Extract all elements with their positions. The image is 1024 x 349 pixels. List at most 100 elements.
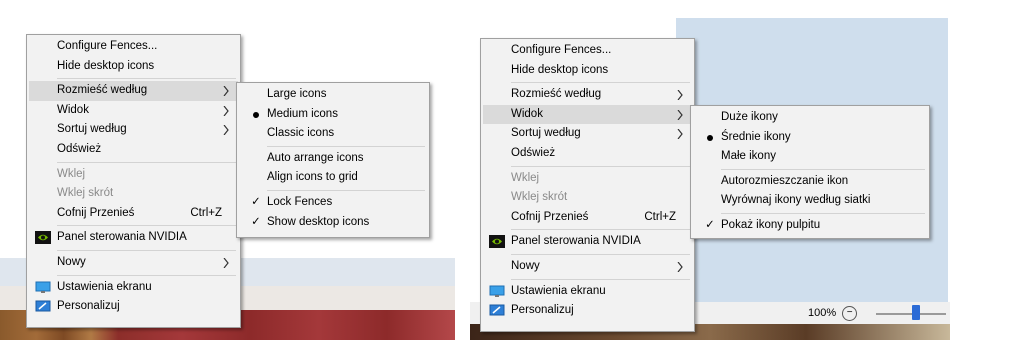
personalize-icon <box>35 300 51 313</box>
chevron-right-icon <box>677 85 684 104</box>
menu-item-label: Duże ikony <box>721 111 778 123</box>
zoom-slider-thumb[interactable] <box>912 305 920 320</box>
shortcut-label: Ctrl+Z <box>190 206 222 219</box>
chevron-right-icon <box>677 124 684 143</box>
menu-item-label: Wklej <box>511 171 540 184</box>
menu-item-cofnij[interactable]: Cofnij Przenieś Ctrl+Z <box>483 208 692 228</box>
menu-item-configure-fences[interactable]: Configure Fences... <box>483 41 692 61</box>
chevron-right-icon <box>223 253 230 272</box>
menu-item-label: Cofnij Przenieś <box>511 210 589 223</box>
menu-item-wklej: Wklej <box>483 169 692 189</box>
menu-item-label: Hide desktop icons <box>57 59 155 72</box>
menu-item-hide-desktop-icons[interactable]: Hide desktop icons <box>29 57 238 77</box>
checkmark-icon: ✓ <box>251 195 261 208</box>
menu-item-label: Classic icons <box>267 127 335 140</box>
menu-item-odswiez[interactable]: Odśwież <box>483 144 692 164</box>
right-context-menu: Configure Fences... Hide desktop icons R… <box>480 38 695 332</box>
menu-separator <box>57 161 236 163</box>
submenu-item-wyrownaj[interactable]: Wyrównaj ikony według siatki <box>693 191 927 211</box>
menu-item-label: Pokaż ikony pulpitu <box>721 218 821 231</box>
zoom-out-button[interactable]: − <box>842 305 858 321</box>
menu-item-label: Widok <box>511 107 543 120</box>
menu-separator <box>511 278 690 280</box>
menu-item-label: Personalizuj <box>511 304 574 317</box>
checkmark-icon: ✓ <box>705 218 715 231</box>
menu-item-wklej: Wklej <box>29 165 238 185</box>
menu-item-label: Large icons <box>267 88 327 100</box>
menu-item-odswiez[interactable]: Odśwież <box>29 140 238 160</box>
menu-item-label: Autorozmieszczanie ikon <box>721 174 849 187</box>
menu-item-label: Rozmieść według <box>57 84 148 97</box>
chevron-right-icon <box>223 101 230 120</box>
submenu-item-duze-ikony[interactable]: Duże ikony <box>693 108 927 128</box>
submenu-item-auto-arrange[interactable]: Auto arrange icons <box>239 149 427 169</box>
menu-item-label: Wklej <box>57 167 86 180</box>
menu-separator <box>511 82 690 84</box>
menu-item-wklej-skrot: Wklej skrót <box>483 188 692 208</box>
menu-separator <box>511 229 690 231</box>
menu-item-label: Widok <box>57 103 89 116</box>
menu-item-label: Lock Fences <box>267 195 333 208</box>
menu-item-label: Średnie ikony <box>721 130 791 143</box>
menu-item-label: Nowy <box>57 255 86 268</box>
menu-item-label: Auto arrange icons <box>267 151 364 164</box>
submenu-item-lock-fences[interactable]: ✓ Lock Fences <box>239 193 427 213</box>
menu-item-nowy[interactable]: Nowy <box>483 257 692 277</box>
zoom-level: 100% <box>808 307 837 319</box>
left-submenu: Large icons Medium icons Classic icons A… <box>236 82 430 238</box>
submenu-item-srednie-ikony[interactable]: Średnie ikony <box>693 128 927 148</box>
chevron-right-icon <box>677 257 684 276</box>
zoom-slider-track[interactable] <box>876 313 946 315</box>
menu-item-label: Rozmieść według <box>511 88 602 101</box>
submenu-item-large-icons[interactable]: Large icons <box>239 85 427 105</box>
menu-item-label: Ustawienia ekranu <box>57 280 152 293</box>
menu-item-label: Sortuj według <box>511 127 581 140</box>
menu-item-personalizuj[interactable]: Personalizuj <box>483 301 692 321</box>
shortcut-label: Ctrl+Z <box>644 210 676 223</box>
left-context-menu: Configure Fences... Hide desktop icons R… <box>26 34 241 328</box>
menu-item-rozmiesc[interactable]: Rozmieść według <box>29 81 238 101</box>
menu-item-widok[interactable]: Widok <box>483 104 692 125</box>
submenu-item-male-ikony[interactable]: Małe ikony <box>693 147 927 167</box>
menu-item-configure-fences[interactable]: Configure Fences... <box>29 37 238 57</box>
submenu-item-classic-icons[interactable]: Classic icons <box>239 124 427 144</box>
submenu-item-medium-icons[interactable]: Medium icons <box>239 105 427 125</box>
submenu-item-pokaz-ikony[interactable]: ✓ Pokaż ikony pulpitu <box>693 216 927 236</box>
chevron-right-icon <box>677 105 684 124</box>
submenu-item-autorozmieszczanie[interactable]: Autorozmieszczanie ikon <box>693 172 927 192</box>
menu-item-label: Sortuj według <box>57 123 127 136</box>
menu-item-widok[interactable]: Widok <box>29 101 238 121</box>
menu-item-ustawienia-ekranu[interactable]: Ustawienia ekranu <box>483 282 692 302</box>
chevron-right-icon <box>223 81 230 100</box>
menu-item-nvidia[interactable]: Panel sterowania NVIDIA <box>29 228 238 248</box>
menu-item-label: Odśwież <box>511 146 556 159</box>
checkmark-icon: ✓ <box>251 215 261 228</box>
menu-item-label: Małe ikony <box>721 150 776 163</box>
menu-separator <box>57 249 236 251</box>
menu-item-cofnij[interactable]: Cofnij Przenieś Ctrl+Z <box>29 204 238 224</box>
menu-item-personalizuj[interactable]: Personalizuj <box>29 297 238 317</box>
radio-dot-icon <box>253 111 259 118</box>
menu-item-nowy[interactable]: Nowy <box>29 253 238 273</box>
menu-separator <box>57 274 236 276</box>
menu-item-wklej-skrot: Wklej skrót <box>29 184 238 204</box>
menu-item-label: Configure Fences... <box>511 44 612 56</box>
menu-item-hide-desktop-icons[interactable]: Hide desktop icons <box>483 61 692 81</box>
menu-item-ustawienia-ekranu[interactable]: Ustawienia ekranu <box>29 278 238 298</box>
menu-separator <box>721 212 925 214</box>
menu-item-sortuj[interactable]: Sortuj według <box>29 120 238 140</box>
menu-item-nvidia[interactable]: Panel sterowania NVIDIA <box>483 232 692 252</box>
nvidia-icon <box>489 235 505 249</box>
zoom-control: 100% − <box>808 304 858 322</box>
menu-item-label: Panel sterowania NVIDIA <box>511 235 641 248</box>
menu-item-label: Odśwież <box>57 142 102 155</box>
menu-item-rozmiesc[interactable]: Rozmieść według <box>483 85 692 105</box>
menu-item-label: Nowy <box>511 259 540 272</box>
nvidia-icon <box>35 231 51 245</box>
chevron-right-icon <box>223 120 230 139</box>
personalize-icon <box>489 304 505 317</box>
submenu-item-show-desktop[interactable]: ✓ Show desktop icons <box>239 213 427 233</box>
menu-item-label: Medium icons <box>267 107 338 120</box>
menu-item-sortuj[interactable]: Sortuj według <box>483 124 692 144</box>
submenu-item-align-grid[interactable]: Align icons to grid <box>239 168 427 188</box>
